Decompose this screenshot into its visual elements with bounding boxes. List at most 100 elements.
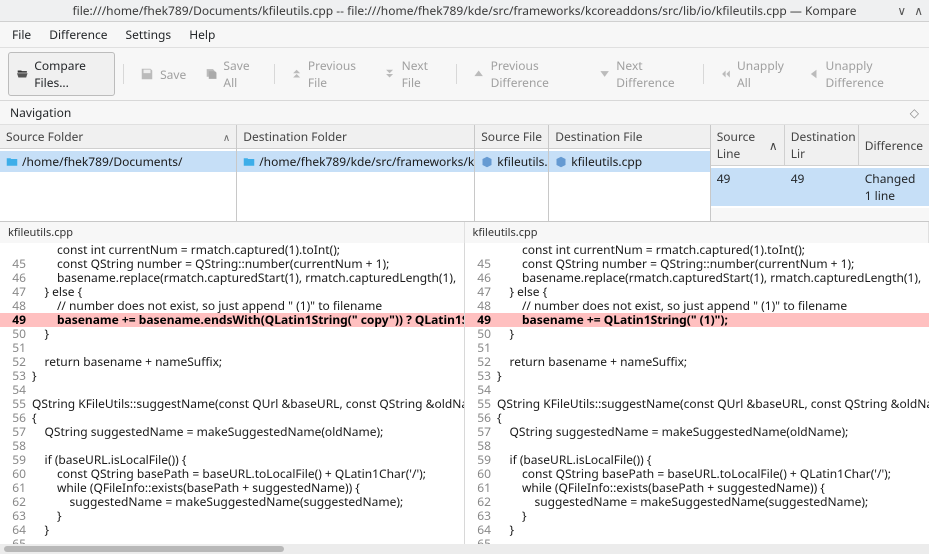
code-text: const QString basePath = baseURL.toLocal… bbox=[32, 467, 464, 481]
code-line[interactable]: 48 // number does not exist, so just app… bbox=[0, 299, 464, 313]
code-line[interactable]: 46 basename.replace(rmatch.capturedStart… bbox=[0, 271, 464, 285]
destination-line-header[interactable]: Destination Lir bbox=[785, 125, 859, 165]
code-line[interactable]: 59 if (baseURL.isLocalFile()) { bbox=[465, 453, 929, 467]
code-line[interactable]: 52 return basename + nameSuffix; bbox=[0, 355, 464, 369]
code-text: } bbox=[497, 327, 929, 341]
code-line[interactable]: 48 // number does not exist, so just app… bbox=[465, 299, 929, 313]
source-file-header[interactable]: Source File bbox=[475, 125, 548, 149]
minimize-icon[interactable]: ∨ bbox=[897, 2, 906, 19]
code-line[interactable]: 50 } bbox=[465, 327, 929, 341]
code-text: const QString basePath = baseURL.toLocal… bbox=[497, 467, 929, 481]
code-text: { bbox=[497, 411, 929, 425]
code-line[interactable]: 52 return basename + nameSuffix; bbox=[465, 355, 929, 369]
compare-files-button[interactable]: Compare Files... bbox=[8, 52, 115, 96]
cpp-file-icon bbox=[555, 156, 567, 168]
code-line[interactable]: 47 } else { bbox=[0, 285, 464, 299]
code-line[interactable]: 62 suggestedName = makeSuggestedName(sug… bbox=[465, 495, 929, 509]
folder-open-icon bbox=[17, 67, 28, 81]
previous-difference-button: Previous Difference bbox=[465, 53, 587, 95]
scrollbar-thumb[interactable] bbox=[4, 546, 284, 552]
code-line[interactable]: 46 basename.replace(rmatch.capturedStart… bbox=[465, 271, 929, 285]
code-line[interactable]: 60 const QString basePath = baseURL.toLo… bbox=[465, 467, 929, 481]
difference-row[interactable]: 49 49 Changed 1 line bbox=[711, 168, 929, 206]
save-all-button: Save All bbox=[198, 53, 266, 95]
code-line[interactable]: 57 QString suggestedName = makeSuggested… bbox=[0, 425, 464, 439]
code-text: basename += QLatin1String(" (1)"); bbox=[497, 313, 929, 327]
code-line[interactable]: 64 } bbox=[0, 523, 464, 537]
code-line[interactable]: 56{ bbox=[465, 411, 929, 425]
code-line[interactable]: 54 bbox=[465, 383, 929, 397]
code-text: } else { bbox=[32, 285, 464, 299]
code-pane-right[interactable]: const int currentNum = rmatch.captured(1… bbox=[465, 243, 929, 544]
destination-folder-header[interactable]: Destination Folder bbox=[237, 125, 474, 149]
toolbar: Compare Files... Save Save All Previous … bbox=[0, 48, 929, 101]
destination-file-item[interactable]: kfileutils.cpp bbox=[549, 151, 709, 172]
code-line[interactable]: 61 while (QFileInfo::exists(basePath + s… bbox=[465, 481, 929, 495]
menu-file[interactable]: File bbox=[12, 26, 31, 43]
code-line[interactable]: 63 } bbox=[465, 509, 929, 523]
sort-asc-icon[interactable]: ∧ bbox=[223, 130, 230, 144]
code-line[interactable]: 65 bbox=[0, 537, 464, 544]
code-text bbox=[497, 537, 929, 544]
code-line[interactable]: 58 bbox=[465, 439, 929, 453]
code-line[interactable]: 54 bbox=[0, 383, 464, 397]
horizontal-scrollbar[interactable] bbox=[0, 544, 929, 554]
save-all-icon bbox=[206, 67, 217, 81]
window-title: file:///home/fhek789/Documents/kfileutil… bbox=[72, 2, 856, 19]
code-line[interactable]: 64 } bbox=[465, 523, 929, 537]
code-line[interactable]: 60 const QString basePath = baseURL.toLo… bbox=[0, 467, 464, 481]
source-folder-item[interactable]: /home/fhek789/Documents/ bbox=[0, 151, 236, 172]
navigation-label: Navigation bbox=[10, 104, 71, 121]
navigation-panels: Source Folder ∧ /home/fhek789/Documents/… bbox=[0, 125, 929, 222]
source-folder-header[interactable]: Source Folder ∧ bbox=[0, 125, 236, 149]
code-line[interactable]: 55QString KFileUtils::suggestName(const … bbox=[0, 397, 464, 411]
menu-help[interactable]: Help bbox=[189, 26, 215, 43]
code-line[interactable]: 59 if (baseURL.isLocalFile()) { bbox=[0, 453, 464, 467]
code-line[interactable]: 55QString KFileUtils::suggestName(const … bbox=[465, 397, 929, 411]
navigation-bar: Navigation ◇ bbox=[0, 101, 929, 125]
code-line[interactable]: 65 bbox=[465, 537, 929, 544]
code-line[interactable]: 51 bbox=[465, 341, 929, 355]
file-tabs: kfileutils.cpp kfileutils.cpp bbox=[0, 222, 929, 243]
code-pane-left[interactable]: const int currentNum = rmatch.captured(1… bbox=[0, 243, 465, 544]
code-line[interactable]: 45 const QString number = QString::numbe… bbox=[0, 257, 464, 271]
menu-difference[interactable]: Difference bbox=[49, 26, 107, 43]
difference-header[interactable]: Difference bbox=[859, 125, 929, 165]
code-line[interactable]: const int currentNum = rmatch.captured(1… bbox=[0, 243, 464, 257]
code-line[interactable]: 51 bbox=[0, 341, 464, 355]
code-text: } bbox=[497, 369, 929, 383]
code-line[interactable]: 61 while (QFileInfo::exists(basePath + s… bbox=[0, 481, 464, 495]
code-line[interactable]: 63 } bbox=[0, 509, 464, 523]
code-line[interactable]: 53} bbox=[465, 369, 929, 383]
code-line[interactable]: 58 bbox=[0, 439, 464, 453]
code-line[interactable]: 53} bbox=[0, 369, 464, 383]
destination-file-header[interactable]: Destination File bbox=[549, 125, 709, 149]
diff-view: const int currentNum = rmatch.captured(1… bbox=[0, 243, 929, 544]
double-arrow-up-icon bbox=[291, 67, 302, 81]
code-line[interactable]: 57 QString suggestedName = makeSuggested… bbox=[465, 425, 929, 439]
code-line[interactable]: 49 basename += QLatin1String(" (1)"); bbox=[465, 313, 929, 327]
menu-settings[interactable]: Settings bbox=[126, 26, 172, 43]
code-text: // number does not exist, so just append… bbox=[32, 299, 464, 313]
maximize-icon[interactable]: ∧ bbox=[914, 2, 923, 19]
code-line[interactable]: 47 } else { bbox=[465, 285, 929, 299]
source-line-header[interactable]: Source Line∧ bbox=[711, 125, 785, 165]
source-file-item[interactable]: kfileutils.c... bbox=[475, 151, 548, 172]
gear-icon[interactable]: ◇ bbox=[910, 104, 919, 121]
code-line[interactable]: 50 } bbox=[0, 327, 464, 341]
code-text bbox=[32, 341, 464, 355]
code-text bbox=[32, 439, 464, 453]
destination-folder-item[interactable]: /home/fhek789/kde/src/frameworks/kcoread… bbox=[237, 151, 474, 172]
code-text: // number does not exist, so just append… bbox=[497, 299, 929, 313]
code-text: suggestedName = makeSuggestedName(sugges… bbox=[497, 495, 929, 509]
sort-asc-icon[interactable]: ∧ bbox=[769, 137, 778, 154]
code-line[interactable]: 56{ bbox=[0, 411, 464, 425]
code-line[interactable]: const int currentNum = rmatch.captured(1… bbox=[465, 243, 929, 257]
code-line[interactable]: 62 suggestedName = makeSuggestedName(sug… bbox=[0, 495, 464, 509]
code-text: while (QFileInfo::exists(basePath + sugg… bbox=[32, 481, 464, 495]
double-arrow-down-icon bbox=[384, 67, 395, 81]
code-line[interactable]: 45 const QString number = QString::numbe… bbox=[465, 257, 929, 271]
code-text: } bbox=[32, 509, 464, 523]
code-line[interactable]: 49 basename += basename.endsWith(QLatin1… bbox=[0, 313, 464, 327]
titlebar[interactable]: file:///home/fhek789/Documents/kfileutil… bbox=[0, 0, 929, 22]
